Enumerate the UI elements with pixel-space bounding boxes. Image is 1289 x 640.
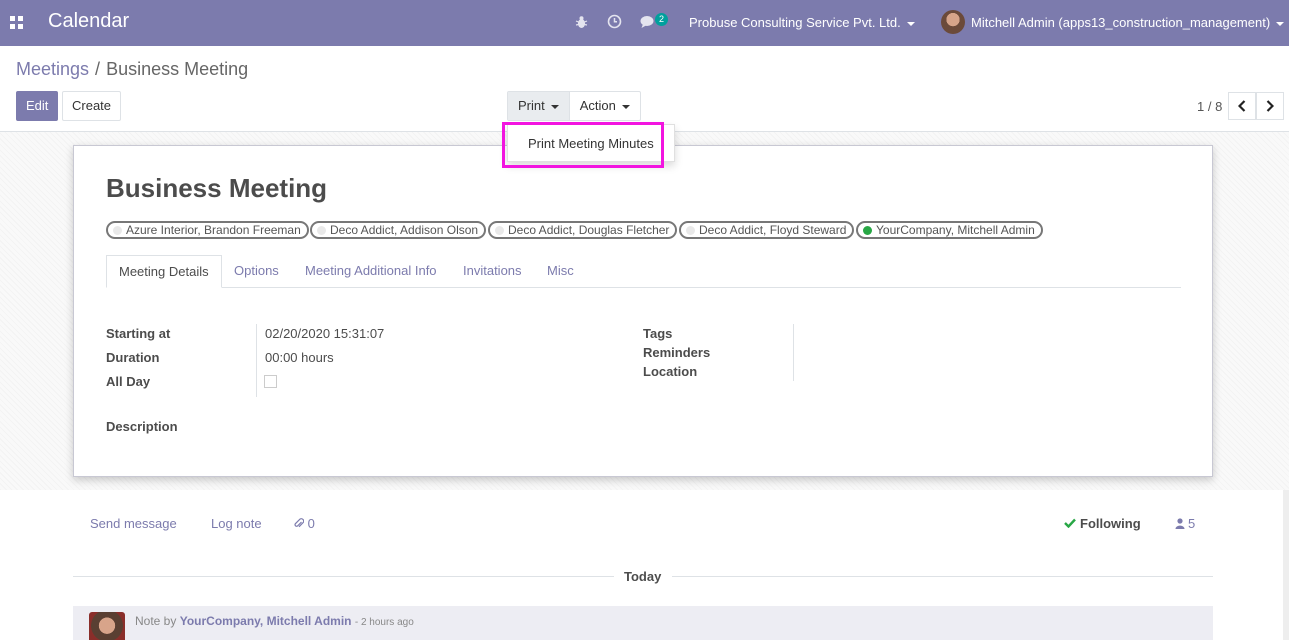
status-dot-icon	[113, 225, 122, 235]
form-tabs: Meeting Details Options Meeting Addition…	[106, 255, 1181, 288]
pager-next-button[interactable]	[1256, 92, 1284, 120]
create-button[interactable]: Create	[62, 91, 122, 121]
status-dot-icon	[495, 225, 504, 235]
pager-previous-button[interactable]	[1228, 92, 1256, 120]
chevron-down-icon	[906, 21, 915, 26]
tab-options[interactable]: Options	[222, 255, 291, 288]
breadcrumb-separator: /	[95, 59, 101, 79]
attendee-tag[interactable]: Deco Addict, Addison Olson	[310, 221, 487, 239]
paperclip-icon	[294, 518, 305, 528]
all-day-checkbox[interactable]	[264, 375, 277, 388]
attendee-name: Deco Addict, Douglas Fletcher	[508, 223, 670, 237]
location-label: Location	[643, 364, 698, 379]
highlight-box	[502, 122, 664, 168]
status-dot-icon	[317, 225, 326, 235]
tab-meeting-additional-info[interactable]: Meeting Additional Info	[293, 255, 449, 288]
chevron-down-icon	[621, 104, 630, 109]
user-avatar[interactable]	[941, 10, 965, 34]
top-navbar: Calendar 2 Probuse Consulting Service Pv…	[0, 0, 1289, 46]
debug-bug-icon[interactable]	[575, 15, 588, 29]
attendee-name: Azure Interior, Brandon Freeman	[126, 223, 301, 237]
field-separator	[793, 324, 794, 381]
description-label: Description	[106, 419, 178, 434]
breadcrumb: Meetings / Business Meeting	[16, 59, 248, 80]
chevron-down-icon	[1276, 21, 1285, 26]
followers-count: 5	[1188, 516, 1196, 531]
user-menu[interactable]: Mitchell Admin (apps13_construction_mana…	[971, 15, 1285, 30]
divider	[73, 576, 614, 577]
duration-value: 00:00 hours	[265, 350, 334, 365]
chevron-left-icon	[1238, 100, 1246, 112]
attendee-name: Deco Addict, Floyd Steward	[699, 223, 847, 237]
attendee-tag[interactable]: Deco Addict, Douglas Fletcher	[488, 221, 678, 239]
tab-meeting-details[interactable]: Meeting Details	[106, 255, 222, 288]
status-dot-icon	[686, 225, 695, 235]
duration-label: Duration	[106, 350, 160, 365]
breadcrumb-meetings-link[interactable]: Meetings	[16, 59, 89, 79]
tags-label: Tags	[643, 326, 673, 341]
activity-clock-icon[interactable]	[607, 14, 622, 29]
following-label: Following	[1080, 516, 1141, 531]
chat-count-badge: 2	[655, 13, 669, 26]
breadcrumb-current: Business Meeting	[106, 59, 249, 79]
divider	[672, 576, 1213, 577]
note-author-link[interactable]: YourCompany, Mitchell Admin	[180, 614, 352, 628]
note-timestamp: - 2 hours ago	[354, 617, 414, 628]
action-label: Action	[579, 98, 616, 113]
author-avatar[interactable]	[89, 612, 125, 640]
scrollbar[interactable]	[1283, 490, 1289, 640]
app-title[interactable]: Calendar	[48, 10, 129, 33]
attendee-tag[interactable]: Azure Interior, Brandon Freeman	[106, 221, 309, 239]
online-status-dot-icon	[863, 225, 872, 235]
note-prefix: Note by	[135, 614, 177, 628]
print-action-group: Print Action	[507, 91, 641, 121]
followers-button[interactable]: 5	[1175, 516, 1195, 531]
attendee-name: Deco Addict, Addison Olson	[330, 223, 479, 237]
attendee-tag[interactable]: YourCompany, Mitchell Admin	[856, 221, 1043, 239]
log-note-button[interactable]: Log note	[211, 516, 262, 531]
pager-value[interactable]: 1 / 8	[1197, 99, 1222, 114]
record-title: Business Meeting	[106, 173, 328, 203]
action-dropdown-button[interactable]: Action	[568, 92, 640, 120]
attendee-tag[interactable]: Deco Addict, Floyd Steward	[679, 221, 855, 239]
tab-invitations[interactable]: Invitations	[451, 255, 534, 288]
note-header: Note by YourCompany, Mitchell Admin - 2 …	[135, 614, 414, 628]
today-separator: Today	[624, 569, 662, 584]
company-switcher[interactable]: Probuse Consulting Service Pvt. Ltd.	[689, 15, 915, 30]
reminders-label: Reminders	[643, 345, 711, 360]
chevron-down-icon	[550, 104, 559, 109]
chevron-right-icon	[1266, 100, 1274, 112]
attachments-count: 0	[307, 516, 315, 531]
all-day-label: All Day	[106, 374, 151, 389]
field-separator	[256, 324, 257, 397]
send-message-button[interactable]: Send message	[90, 516, 177, 531]
user-name: Mitchell Admin (apps13_construction_mana…	[971, 15, 1271, 30]
print-dropdown-button[interactable]: Print	[508, 92, 569, 120]
attachments-button[interactable]: 0	[294, 516, 315, 531]
apps-menu-icon[interactable]	[10, 16, 23, 29]
following-button[interactable]: Following	[1064, 516, 1141, 531]
attendee-name: YourCompany, Mitchell Admin	[876, 223, 1035, 237]
edit-button[interactable]: Edit	[16, 91, 59, 121]
starting-at-label: Starting at	[106, 326, 171, 341]
tab-misc[interactable]: Misc	[535, 255, 586, 288]
starting-at-value: 02/20/2020 15:31:07	[265, 326, 385, 341]
check-icon	[1064, 518, 1076, 529]
user-icon	[1175, 518, 1185, 529]
company-name: Probuse Consulting Service Pvt. Ltd.	[689, 15, 901, 30]
print-label: Print	[518, 98, 545, 113]
